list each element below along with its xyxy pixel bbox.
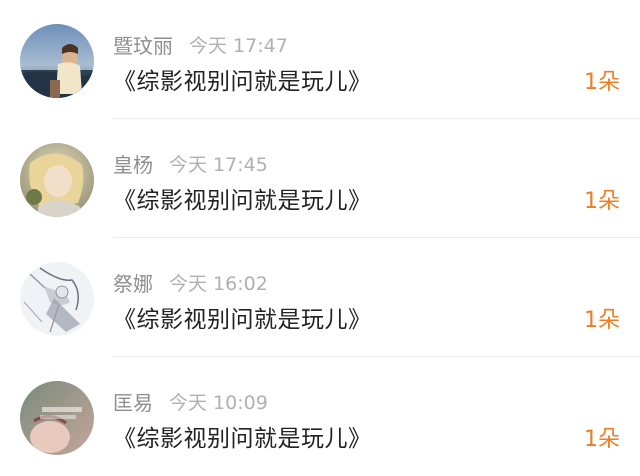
timestamp: 今天 17:45	[169, 153, 268, 176]
list-item[interactable]: 匡易 今天 10:09 《综影视别问就是玩儿》 1朵	[0, 357, 640, 476]
book-title[interactable]: 《综影视别问就是玩儿》	[113, 300, 372, 334]
user-name[interactable]: 暨玟丽	[113, 30, 173, 59]
list-item[interactable]: 祭娜 今天 16:02 《综影视别问就是玩儿》 1朵	[0, 238, 640, 357]
avatar[interactable]	[20, 381, 94, 455]
list-item[interactable]: 暨玟丽 今天 17:47 《综影视别问就是玩儿》 1朵	[0, 0, 640, 119]
avatar-image	[20, 24, 94, 98]
gift-count: 1朵	[584, 427, 620, 452]
avatar[interactable]	[20, 143, 94, 217]
timestamp: 今天 17:47	[189, 34, 288, 57]
user-name[interactable]: 皇杨	[113, 149, 153, 178]
book-title[interactable]: 《综影视别问就是玩儿》	[113, 62, 372, 96]
gift-count: 1朵	[584, 308, 620, 333]
gift-count: 1朵	[584, 189, 620, 214]
book-title[interactable]: 《综影视别问就是玩儿》	[113, 181, 372, 215]
gift-count: 1朵	[584, 70, 620, 95]
avatar-image	[20, 143, 94, 217]
avatar-image	[20, 381, 94, 455]
avatar[interactable]	[20, 24, 94, 98]
timestamp: 今天 16:02	[169, 272, 268, 295]
user-name[interactable]: 匡易	[113, 387, 153, 416]
meta-row: 匡易 今天 10:09	[113, 387, 268, 415]
timestamp: 今天 10:09	[169, 391, 268, 414]
book-title[interactable]: 《综影视别问就是玩儿》	[113, 419, 372, 453]
meta-row: 皇杨 今天 17:45	[113, 149, 268, 177]
list-item[interactable]: 皇杨 今天 17:45 《综影视别问就是玩儿》 1朵	[0, 119, 640, 238]
gift-record-list: 暨玟丽 今天 17:47 《综影视别问就是玩儿》 1朵 皇杨 今天 17:45 …	[0, 0, 640, 462]
user-name[interactable]: 祭娜	[113, 268, 153, 297]
avatar[interactable]	[20, 262, 94, 336]
avatar-image	[20, 262, 94, 336]
meta-row: 暨玟丽 今天 17:47	[113, 30, 288, 58]
meta-row: 祭娜 今天 16:02	[113, 268, 268, 296]
